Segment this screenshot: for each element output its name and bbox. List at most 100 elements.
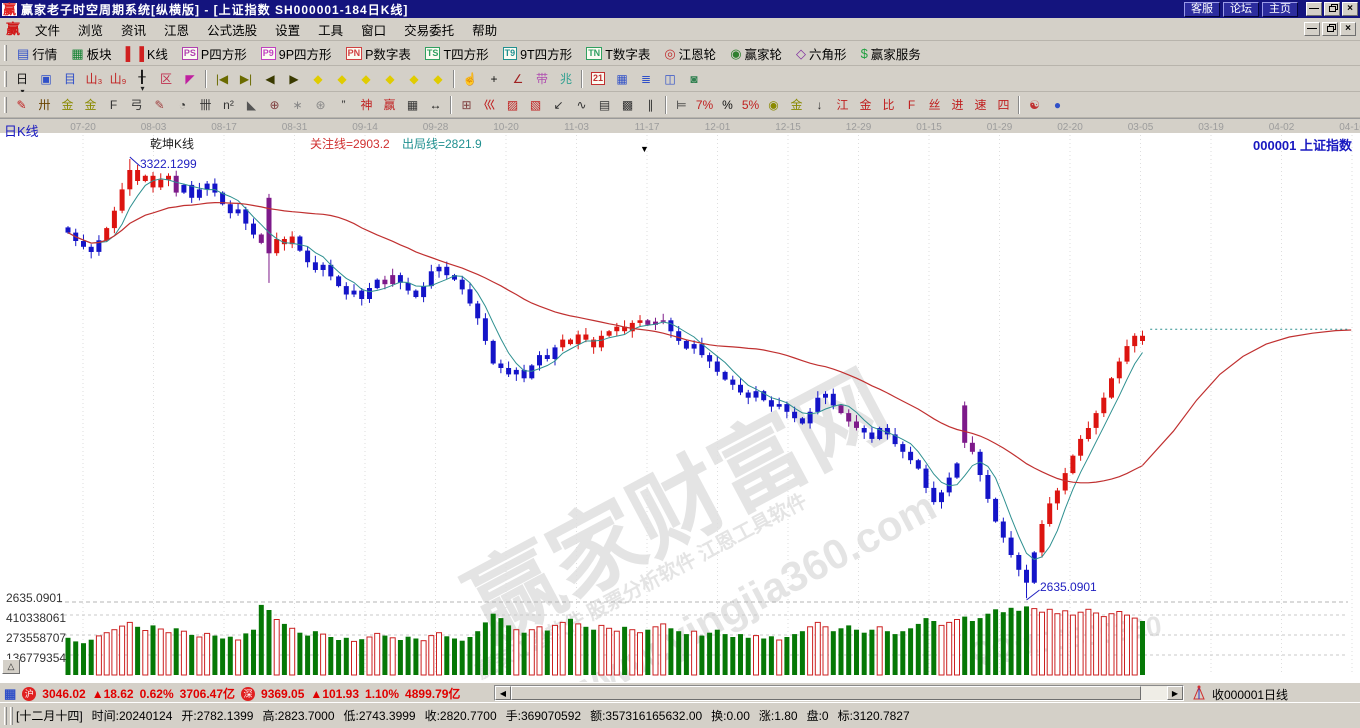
menu-file[interactable]: 文件 <box>26 18 69 41</box>
menu-window[interactable]: 窗口 <box>352 18 395 41</box>
tool-notepad[interactable]: ≣ <box>634 69 658 89</box>
tool-diamond-left[interactable]: ◆ <box>306 69 330 89</box>
menu-help[interactable]: 帮助 <box>463 18 506 41</box>
tool-si4-tool[interactable]: 四 <box>992 95 1015 115</box>
tool-gold-circle[interactable]: ◉ <box>762 95 785 115</box>
tool-gold-grid-2[interactable]: 金 <box>79 95 102 115</box>
menu-news[interactable]: 资讯 <box>112 18 155 41</box>
toolbar-button-p-square[interactable]: PSP四方形 <box>175 43 254 64</box>
close-button[interactable]: × <box>1342 2 1358 16</box>
menu-trade-entrust[interactable]: 交易委托 <box>395 18 463 41</box>
tool-fan-box-2[interactable]: ▧ <box>524 95 547 115</box>
tool-calculator[interactable]: ▦ <box>610 69 634 89</box>
menu-browse[interactable]: 浏览 <box>69 18 112 41</box>
menu-formula-stock-pick[interactable]: 公式选股 <box>198 18 266 41</box>
tool-color-kline[interactable]: ◤ <box>178 69 202 89</box>
tool-pattern-tool[interactable]: 兆 <box>554 69 578 89</box>
tool-ribbon-tool[interactable]: 带 <box>530 69 554 89</box>
tool-trend-arrow[interactable]: ↙ <box>547 95 570 115</box>
toolbar-button-9p-square[interactable]: P99P四方形 <box>254 43 339 64</box>
tool-prev-bar[interactable]: ◀ <box>258 69 282 89</box>
tool-gann-grid[interactable]: 卅 <box>33 95 56 115</box>
tool-angle-fan[interactable]: ◣ <box>240 95 263 115</box>
toolbar-button-gann-wheel[interactable]: ◎江恩轮 <box>657 43 723 64</box>
tool-scale-rule[interactable]: ⊨ <box>670 95 693 115</box>
titlebar-link-homepage[interactable]: 主页 <box>1262 2 1298 17</box>
tool-gold-grid-1[interactable]: 金 <box>56 95 79 115</box>
tool-pct-7[interactable]: 7% <box>693 95 716 115</box>
kline-chart-canvas[interactable]: 07-2008-0308-1708-3109-1409-2810-2011-03… <box>0 119 1360 682</box>
toolbar-button-winner-wheel[interactable]: ◉赢家轮 <box>723 43 789 64</box>
toolbar-grip[interactable] <box>4 97 7 113</box>
tool-hand-tool[interactable]: ☝ <box>458 69 482 89</box>
scroll-left-button[interactable]: ◀ <box>495 686 511 700</box>
shanghai-market-icon[interactable]: 沪 <box>22 687 36 701</box>
tool-web-circle[interactable]: ⊛ <box>309 95 332 115</box>
tool-mini-ball[interactable]: ● <box>1046 95 1069 115</box>
tool-next-bar[interactable]: ▶ <box>282 69 306 89</box>
tool-ma-9[interactable]: 山₉ <box>106 69 130 89</box>
tool-brush[interactable]: ✎ <box>10 95 33 115</box>
toolbar-button-p-number-table[interactable]: PNP数字表 <box>339 43 418 64</box>
tool-bi-tool[interactable]: 比 <box>877 95 900 115</box>
tool-quote-tool[interactable]: ” <box>332 95 355 115</box>
toolbar-button-quotes[interactable]: ▤行情 <box>10 43 64 64</box>
shenzhen-market-icon[interactable]: 深 <box>241 687 255 701</box>
scrollbar-thumb[interactable] <box>511 686 1141 700</box>
tool-f-grid[interactable]: F <box>102 95 125 115</box>
restore-button[interactable] <box>1324 2 1340 16</box>
tool-h-span[interactable]: ↔ <box>424 95 447 115</box>
minimize-button[interactable]: — <box>1306 2 1322 16</box>
tool-f-tool[interactable]: F <box>900 95 923 115</box>
child-minimize-button[interactable]: — <box>1304 22 1320 36</box>
tool-shen-grid[interactable]: 神 <box>355 95 378 115</box>
scrollbar-track[interactable] <box>1141 686 1167 700</box>
pane-toggle-button[interactable]: △ <box>2 659 20 674</box>
tool-gold-tool[interactable]: 金 <box>854 95 877 115</box>
tool-qiankun-kline[interactable]: 区 <box>154 69 178 89</box>
kline-chart-area[interactable]: 赢家财富网赢家江恩软件 股票分析软件 江恩工具软件www.yingjia360.… <box>0 118 1360 682</box>
tool-jiang-tool[interactable]: 江 <box>831 95 854 115</box>
tool-zoom-area[interactable]: ▣ <box>34 69 58 89</box>
tool-crosshair-tool[interactable]: + <box>482 69 506 89</box>
tool-calendar[interactable]: 21 <box>586 69 610 89</box>
tool-drop-tool[interactable]: ↓ <box>808 95 831 115</box>
tool-pct[interactable]: % <box>716 95 739 115</box>
toolbar-button-hexagon[interactable]: ◇六角形 <box>789 43 854 64</box>
tool-diamond-split[interactable]: ◆ <box>378 69 402 89</box>
tool-info-panel[interactable]: 目 <box>58 69 82 89</box>
tool-diamond-expand[interactable]: ◆ <box>354 69 378 89</box>
tool-fan-lines[interactable]: 巛 <box>478 95 501 115</box>
tool-grid-fine[interactable]: ▤ <box>593 95 616 115</box>
tool-diamond-compress[interactable]: ◆ <box>402 69 426 89</box>
tool-grid-dense[interactable]: ▩ <box>616 95 639 115</box>
tool-count-grid[interactable]: 卌 <box>194 95 217 115</box>
toolbar-button-9t-square[interactable]: T99T四方形 <box>496 43 580 64</box>
tool-yinyang[interactable]: ☯ <box>1023 95 1046 115</box>
toolbar-grip[interactable] <box>4 71 7 87</box>
tool-candle-style[interactable]: ╂▾ <box>130 69 154 89</box>
tool-target-circle[interactable]: ⊕ <box>263 95 286 115</box>
menu-tools[interactable]: 工具 <box>309 18 352 41</box>
tool-spiral[interactable]: 弓 <box>125 95 148 115</box>
toolbar-button-t-number-table[interactable]: TNT数字表 <box>579 43 657 64</box>
tool-pct-5[interactable]: 5% <box>739 95 762 115</box>
tool-diamond-right[interactable]: ◆ <box>330 69 354 89</box>
tool-fan-box[interactable]: ▨ <box>501 95 524 115</box>
horizontal-scrollbar[interactable]: ◀ ▶ <box>494 685 1184 701</box>
market-grid-icon[interactable]: ▦ <box>4 686 16 702</box>
child-close-button[interactable]: × <box>1340 22 1356 36</box>
toolbar-button-winner-service[interactable]: $赢家服务 <box>854 43 928 64</box>
tool-zigzag[interactable]: ∿ <box>570 95 593 115</box>
tool-red-brush[interactable]: ✎ <box>148 95 171 115</box>
titlebar-link-forum[interactable]: 论坛 <box>1223 2 1259 17</box>
toolbar-grip[interactable] <box>4 45 7 61</box>
menu-settings[interactable]: 设置 <box>266 18 309 41</box>
tool-first-bar[interactable]: |◀ <box>210 69 234 89</box>
tool-gold-line[interactable]: 金 <box>785 95 808 115</box>
tool-si-tool[interactable]: 丝 <box>923 95 946 115</box>
tool-time-circle[interactable]: ◔ <box>171 95 194 115</box>
tool-n-square[interactable]: n² <box>217 95 240 115</box>
tool-save[interactable]: ◫ <box>658 69 682 89</box>
tool-ruler-grid[interactable]: ▦ <box>401 95 424 115</box>
